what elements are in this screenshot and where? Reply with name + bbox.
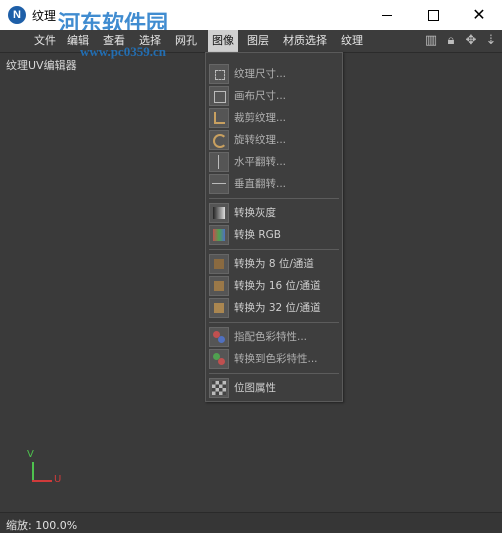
- minimize-icon: [382, 14, 392, 16]
- menu-item-label: 水平翻转...: [234, 156, 287, 168]
- maximize-icon: [427, 9, 439, 21]
- menu-item-convert-rgb[interactable]: 转换 RGB: [206, 223, 342, 245]
- menu-item-label: 位图属性: [234, 382, 276, 394]
- menu-item-label: 转换为 8 位/通道: [234, 258, 314, 270]
- menu-separator: [209, 373, 339, 374]
- menu-item-label: 垂直翻转...: [234, 178, 287, 190]
- menu-item-convert-color-profile[interactable]: 转换到色彩特性...: [206, 347, 342, 369]
- panel-label: 纹理UV编辑器: [6, 59, 77, 72]
- menu-item-convert-16bit[interactable]: 转换为 16 位/通道: [206, 274, 342, 296]
- rotate-icon: [209, 130, 229, 150]
- menu-item-label: 画布尺寸...: [234, 90, 287, 102]
- zoom-level: 缩放: 100.0%: [6, 519, 78, 532]
- axis-u-line: [32, 480, 52, 482]
- histogram-icon[interactable]: ▥: [424, 33, 438, 49]
- lock-icon[interactable]: 🔒︎: [444, 33, 458, 49]
- menu-item-label: 指配色彩特性...: [234, 331, 308, 343]
- watermark-url: www.pc0359.cn: [80, 44, 166, 59]
- axis-u-label: U: [54, 474, 62, 485]
- status-bar: 缩放: 100.0%: [0, 512, 502, 533]
- menu-item-assign-color-profile[interactable]: 指配色彩特性...: [206, 325, 342, 347]
- menu-item-flip-vertical[interactable]: 垂直翻转...: [206, 172, 342, 194]
- menu-file[interactable]: 文件: [30, 30, 60, 52]
- close-icon: ✕: [472, 5, 486, 24]
- window-title: 纹理: [32, 9, 57, 23]
- menu-layer[interactable]: 图层: [243, 30, 273, 52]
- menu-item-rotate-texture[interactable]: 旋转纹理...: [206, 128, 342, 150]
- bit-depth-8-icon: [209, 254, 229, 274]
- menu-item-convert-32bit[interactable]: 转换为 32 位/通道: [206, 296, 342, 318]
- pin-icon[interactable]: ⇣: [484, 33, 498, 49]
- crop-icon: [209, 108, 229, 128]
- menu-item-bitmap-properties[interactable]: 位图属性: [206, 376, 342, 398]
- close-button[interactable]: ✕: [456, 0, 502, 30]
- move-icon[interactable]: ✥: [464, 33, 478, 49]
- checker-icon: [209, 378, 229, 398]
- menu-item-label: 转换灰度: [234, 207, 276, 219]
- bit-depth-32-icon: [209, 298, 229, 318]
- title-bar: N 纹理 河东软件园 ✕: [0, 0, 502, 37]
- menu-item-label: 旋转纹理...: [234, 134, 287, 146]
- menu-item-label: 转换为 32 位/通道: [234, 302, 321, 314]
- minimize-button[interactable]: [364, 0, 410, 30]
- menu-image[interactable]: 图像: [208, 30, 238, 52]
- color-profile-icon: [209, 327, 229, 347]
- menu-item-label: 裁剪纹理...: [234, 112, 287, 124]
- bit-depth-16-icon: [209, 276, 229, 296]
- texture-size-icon: [209, 64, 229, 84]
- grayscale-icon: [209, 203, 229, 223]
- convert-profile-icon: [209, 349, 229, 369]
- axis-v-label: V: [27, 449, 34, 460]
- menu-item-flip-horizontal[interactable]: 水平翻转...: [206, 150, 342, 172]
- maximize-button[interactable]: [410, 0, 456, 30]
- menu-item-label: 纹理尺寸...: [234, 68, 287, 80]
- menu-item-label: 转换到色彩特性...: [234, 353, 318, 365]
- flip-horizontal-icon: [209, 152, 229, 172]
- image-menu-dropdown: 纹理尺寸... 画布尺寸... 裁剪纹理... 旋转纹理... 水平翻转... …: [205, 52, 343, 402]
- toolbar-icons: ▥ 🔒︎ ✥ ⇣: [424, 33, 498, 49]
- menu-bar: 文件 编辑 查看 选择 网孔 图像 图层 材质选择 纹理 ▥ 🔒︎ ✥ ⇣: [0, 30, 502, 53]
- rgb-icon: [209, 225, 229, 245]
- menu-item-canvas-size[interactable]: 画布尺寸...: [206, 84, 342, 106]
- menu-item-crop-texture[interactable]: 裁剪纹理...: [206, 106, 342, 128]
- menu-separator: [209, 198, 339, 199]
- menu-item-convert-grayscale[interactable]: 转换灰度: [206, 201, 342, 223]
- menu-material-select[interactable]: 材质选择: [279, 30, 331, 52]
- menu-item-convert-8bit[interactable]: 转换为 8 位/通道: [206, 252, 342, 274]
- menu-mesh[interactable]: 网孔: [171, 30, 201, 52]
- canvas-size-icon: [209, 86, 229, 106]
- axis-v-line: [32, 462, 34, 482]
- menu-item-label: 转换为 16 位/通道: [234, 280, 321, 292]
- menu-item-texture-size[interactable]: 纹理尺寸...: [206, 62, 342, 84]
- menu-item-label: 转换 RGB: [234, 229, 281, 241]
- app-logo-icon: N: [8, 6, 26, 24]
- menu-texture[interactable]: 纹理: [337, 30, 367, 52]
- flip-vertical-icon: [209, 174, 229, 194]
- menu-separator: [209, 249, 339, 250]
- menu-separator: [209, 322, 339, 323]
